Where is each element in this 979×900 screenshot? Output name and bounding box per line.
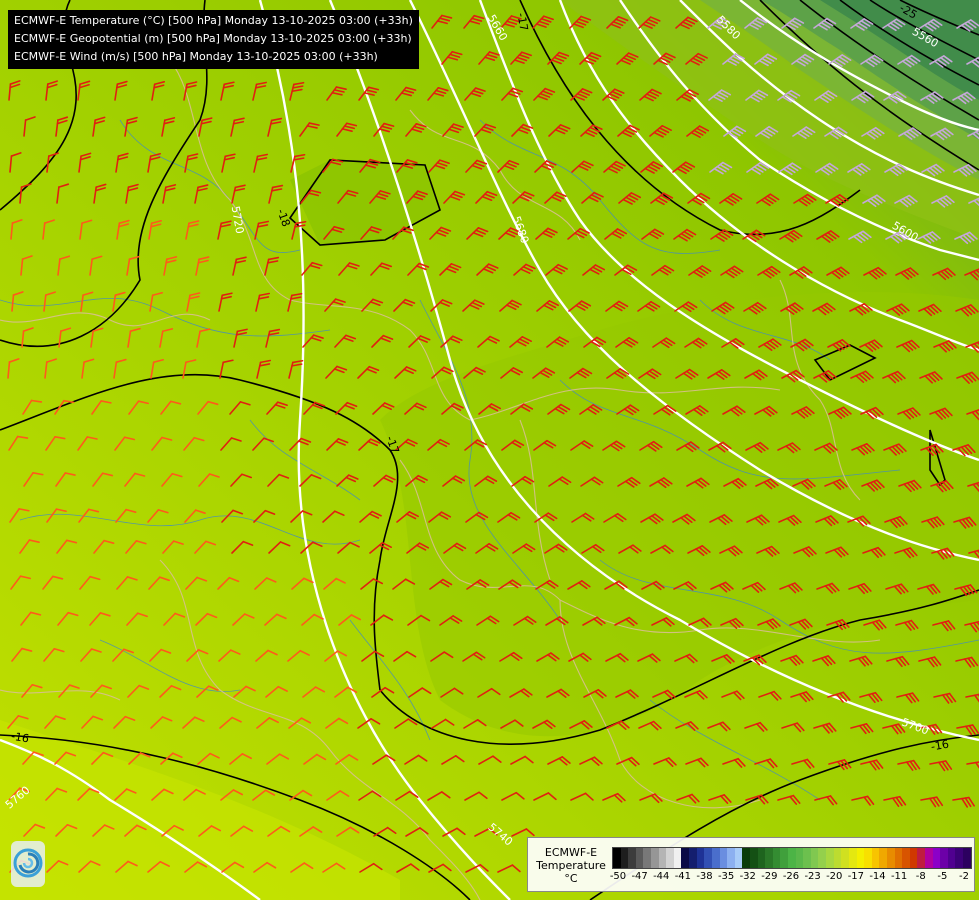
legend-tick-label: -32 (739, 871, 756, 882)
legend-swatch (924, 848, 933, 868)
legend-swatch (940, 848, 948, 868)
legend-swatch (803, 848, 811, 868)
legend-swatch (788, 848, 796, 868)
legend-tick-label: -11 (890, 871, 908, 882)
legend-tick-label: -14 (869, 871, 886, 882)
legend-swatch (620, 848, 629, 868)
ecmwf-logo-icon (11, 841, 45, 887)
legend-swatch (841, 848, 849, 868)
legend-swatch (765, 848, 773, 868)
legend-title-variable: Temperature (536, 859, 606, 872)
title-geopotential: ECMWF-E Geopotential (m) [500 hPa] Monda… (14, 32, 412, 45)
legend-swatch (864, 848, 872, 868)
legend-swatch (947, 848, 956, 868)
legend-tick-label: -26 (782, 871, 800, 882)
legend-swatch (818, 848, 827, 868)
legend-swatch (727, 848, 735, 868)
legend-tick-label: -50 (609, 871, 627, 882)
legend-swatch (795, 848, 804, 868)
legend-swatch (734, 848, 743, 868)
legend-color-bar (612, 847, 972, 869)
legend-swatch (704, 848, 712, 868)
legend-swatch (810, 848, 819, 868)
legend-swatch (879, 848, 887, 868)
legend-swatch (963, 848, 971, 868)
legend-title: ECMWF-E Temperature °C (532, 846, 610, 885)
legend-swatch (955, 848, 964, 868)
legend-swatch (719, 848, 728, 868)
legend-swatch (689, 848, 697, 868)
legend-tick-label: -38 (696, 871, 713, 882)
weather-map[interactable]: 5660 5580 5560 5600 5680 5720 5700 5740 5760 -17-… (0, 0, 979, 900)
legend-ticks: -50 -47 -44 -41 -38 -35 -32 -29 -26 -23 -20 -17 -14-… (609, 871, 970, 885)
legend-swatch (643, 848, 652, 868)
legend-swatch (856, 848, 865, 868)
legend-swatch (848, 848, 857, 868)
legend-swatch (696, 848, 705, 868)
legend-swatch (628, 848, 636, 868)
legend-tick-label: -44 (653, 871, 670, 882)
map-title-box: ECMWF-E Temperature (°C) [500 hPa] Monda… (8, 10, 419, 69)
legend-tick-label: -29 (761, 871, 778, 882)
legend-tick-label: -5 (937, 871, 948, 882)
legend-swatch (742, 848, 750, 868)
legend-swatch (894, 848, 903, 868)
title-wind: ECMWF-E Wind (m/s) [500 hPa] Monday 13-1… (14, 50, 378, 63)
legend-tick-label: -8 (915, 871, 926, 882)
legend-tick-label: -2 (959, 871, 969, 882)
legend-swatch (757, 848, 766, 868)
legend-unit: °C (564, 872, 578, 885)
legend-tick-label: -35 (717, 871, 735, 882)
legend-swatch (909, 848, 918, 868)
legend-swatch (711, 848, 720, 868)
legend-tick-label: -20 (826, 871, 843, 882)
legend-tick-label: -23 (804, 871, 821, 882)
legend-swatch (658, 848, 667, 868)
legend-swatch (826, 848, 834, 868)
legend-swatch (673, 848, 682, 868)
legend-swatch (681, 848, 690, 868)
legend-swatch (772, 848, 781, 868)
legend-swatch (651, 848, 659, 868)
legend-swatch (635, 848, 644, 868)
legend-swatch (666, 848, 674, 868)
legend-tick-label: -17 (847, 871, 865, 882)
legend-swatch (886, 848, 895, 868)
legend-swatch (749, 848, 758, 868)
map-canvas: 5660 5580 5560560056805720570057405760-17-… (0, 0, 979, 900)
legend-swatch (932, 848, 941, 868)
legend-swatch (833, 848, 842, 868)
legend-swatch (613, 848, 621, 868)
legend-tick-label: -41 (674, 871, 692, 882)
legend-title-model: ECMWF-E (544, 846, 598, 859)
legend-tick-label: -47 (631, 871, 648, 882)
legend-swatch (780, 848, 789, 868)
legend-swatch (902, 848, 910, 868)
temperature-legend: ECMWF-E Temperature °C -50 -47 -44 -41 -38 -3… (527, 837, 975, 892)
title-temperature: ECMWF-E Temperature (°C) [500 hPa] Monda… (14, 14, 413, 27)
legend-swatch (917, 848, 925, 868)
legend-swatch (871, 848, 880, 868)
